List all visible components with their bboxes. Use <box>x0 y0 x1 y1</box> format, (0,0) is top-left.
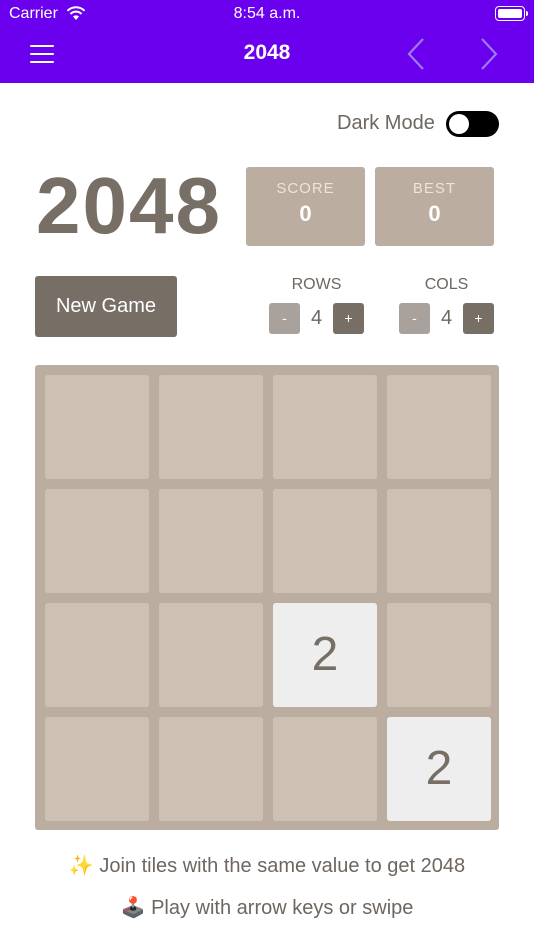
board-cell <box>159 717 263 821</box>
board-cell <box>45 717 149 821</box>
score-value: 0 <box>299 201 312 226</box>
nav-title: 2048 <box>243 41 291 64</box>
tile-2: 2 <box>273 603 377 707</box>
dark-mode-label: Dark Mode <box>337 112 435 134</box>
hint-controls-text: Play with arrow keys or swipe <box>145 897 414 919</box>
game-title: 2048 <box>36 161 222 250</box>
board-cell <box>159 375 263 479</box>
best-box: BEST 0 <box>375 167 494 246</box>
chevron-left-icon[interactable] <box>405 37 427 71</box>
board-cell <box>45 489 149 593</box>
rows-decrement-button[interactable]: - <box>269 303 300 334</box>
cols-increment-button[interactable]: + <box>463 303 494 334</box>
score-box: SCORE 0 <box>246 167 365 246</box>
new-game-button[interactable]: New Game <box>35 276 177 337</box>
app-header: Carrier 8:54 a.m. 2048 <box>0 0 534 83</box>
cols-label: COLS <box>424 276 469 293</box>
board-cell <box>45 375 149 479</box>
nav-bar: 2048 <box>0 28 534 83</box>
board-cell <box>159 489 263 593</box>
best-label: BEST <box>412 180 457 197</box>
rows-increment-button[interactable]: + <box>333 303 364 334</box>
toggle-knob <box>449 114 469 134</box>
battery-icon <box>495 6 528 21</box>
board-cell <box>387 489 491 593</box>
rows-stepper: ROWS - 4 + <box>269 276 364 335</box>
joystick-icon: 🕹️ <box>120 895 146 919</box>
tile-2: 2 <box>387 717 491 821</box>
rows-label: ROWS <box>291 276 342 293</box>
hint-controls: 🕹️ Play with arrow keys or swipe <box>0 895 534 920</box>
best-value: 0 <box>428 201 441 226</box>
score-label: SCORE <box>276 180 335 197</box>
board-cell <box>45 603 149 707</box>
rows-value: 4 <box>310 307 323 329</box>
board-cell <box>387 603 491 707</box>
dark-mode-toggle[interactable] <box>446 111 499 137</box>
clock: 8:54 a.m. <box>233 5 301 22</box>
cols-decrement-button[interactable]: - <box>399 303 430 334</box>
board-cell <box>159 603 263 707</box>
chevron-right-icon[interactable] <box>478 37 500 71</box>
game-board[interactable]: 22 <box>35 365 499 830</box>
hint-join-text: Join tiles with the same value to get 20… <box>93 855 466 877</box>
board-cell <box>273 489 377 593</box>
board-cell <box>273 717 377 821</box>
status-bar: Carrier 8:54 a.m. <box>0 0 534 28</box>
cols-stepper: COLS - 4 + <box>399 276 494 335</box>
board-cell <box>273 375 377 479</box>
sparkles-icon: ✨ <box>68 853 94 877</box>
board-cell <box>387 375 491 479</box>
hint-join-tiles: ✨ Join tiles with the same value to get … <box>0 853 534 878</box>
cols-value: 4 <box>440 307 453 329</box>
